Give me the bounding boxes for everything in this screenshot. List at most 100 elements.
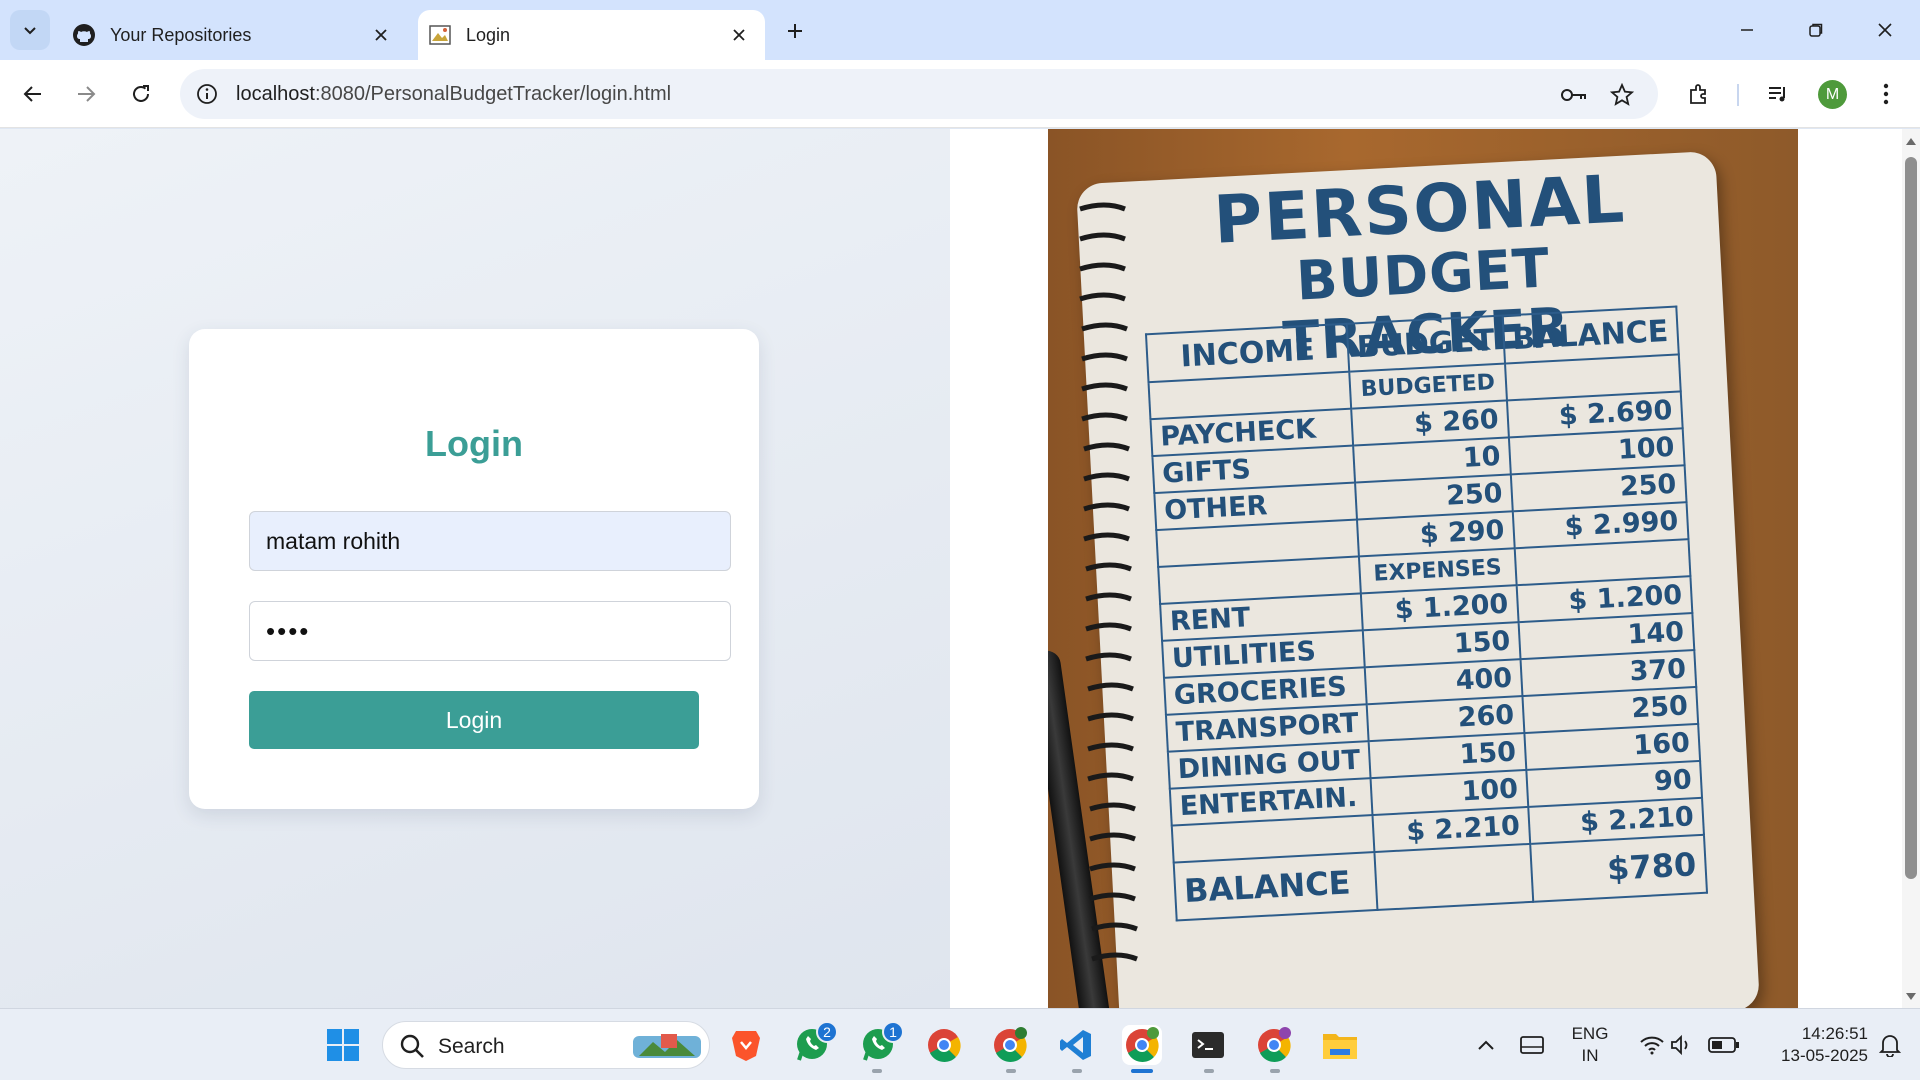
login-pane: Login matam rohith •••• Login — [0, 129, 950, 1008]
close-icon — [1878, 23, 1892, 37]
windows-taskbar: Search 2 1 ENG IN 14:26:51 13-05-2025 — [0, 1008, 1920, 1080]
chrome-icon — [1258, 1027, 1291, 1062]
search-icon — [400, 1034, 424, 1058]
budget-table: INCOME BUDGET BALANCE BUDGETED PAYCHECK … — [1145, 305, 1708, 921]
media-controls-button[interactable] — [1759, 75, 1797, 113]
close-tab-icon[interactable] — [727, 23, 751, 47]
bell-icon — [1879, 1035, 1901, 1057]
site-info-icon[interactable] — [194, 81, 220, 107]
chrome-icon — [928, 1029, 961, 1062]
clock-time: 14:26:51 — [1801, 1024, 1868, 1043]
region-code: IN — [1581, 1046, 1599, 1065]
close-window-button[interactable] — [1862, 10, 1908, 50]
whatsapp-beta-app[interactable]: 1 — [858, 1021, 904, 1065]
chrome-icon — [1126, 1027, 1159, 1062]
reload-button[interactable] — [122, 75, 160, 113]
toolbar-divider — [1737, 84, 1739, 106]
input-language-indicator[interactable]: ENG IN — [1565, 1023, 1615, 1067]
language-code: ENG — [1571, 1024, 1609, 1043]
restore-icon — [1809, 23, 1823, 37]
brave-app[interactable] — [726, 1025, 766, 1065]
password-key-icon[interactable] — [1560, 81, 1588, 109]
queue-music-icon — [1769, 87, 1785, 102]
tab-title: Login — [466, 24, 511, 45]
battery-icon[interactable] — [1704, 1025, 1744, 1065]
tablet-mode-icon[interactable] — [1512, 1025, 1552, 1065]
notifications-button[interactable] — [1872, 1025, 1908, 1065]
balance-value-cell: $780 — [1529, 834, 1707, 902]
empty-cell — [1374, 843, 1533, 910]
running-indicator — [1072, 1069, 1082, 1073]
plus-icon — [788, 24, 802, 38]
reload-icon — [133, 85, 149, 102]
minimize-icon — [1741, 29, 1753, 31]
chrome-app[interactable] — [924, 1025, 964, 1065]
page-viewport: Login matam rohith •••• Login PERSONAL B… — [0, 129, 1902, 1008]
chrome-profile-d-app[interactable] — [990, 1025, 1030, 1065]
address-bar[interactable]: localhost:8080/PersonalBudgetTracker/log… — [180, 69, 1658, 119]
scroll-down-icon[interactable] — [1905, 991, 1917, 1003]
password-input[interactable]: •••• — [249, 601, 731, 661]
url-text: localhost:8080/PersonalBudgetTracker/log… — [236, 83, 671, 106]
login-heading: Login — [425, 423, 523, 464]
new-tab-button[interactable] — [778, 14, 812, 48]
arrow-right-icon — [78, 86, 96, 102]
url-host: localhost — [236, 83, 315, 105]
vscode-app[interactable] — [1056, 1025, 1096, 1065]
scroll-up-icon[interactable] — [1905, 135, 1917, 147]
running-indicator — [1270, 1069, 1280, 1073]
puzzle-icon — [1690, 84, 1706, 104]
clock-date: 13-05-2025 — [1781, 1046, 1868, 1065]
tab-search-button[interactable] — [10, 10, 50, 50]
spiral-binding-graphic — [1079, 202, 1138, 962]
arrow-left-icon — [23, 86, 41, 102]
notification-badge: 2 — [816, 1021, 838, 1043]
restore-button[interactable] — [1793, 10, 1839, 50]
browser-toolbar: localhost:8080/PersonalBudgetTracker/log… — [0, 60, 1920, 128]
chevron-down-icon — [24, 27, 36, 35]
clock[interactable]: 14:26:51 13-05-2025 — [1756, 1023, 1868, 1067]
vscode-icon — [1060, 1030, 1091, 1060]
forward-button[interactable] — [67, 75, 105, 113]
row-label: BALANCE — [1173, 852, 1378, 921]
browser-menu-button[interactable] — [1867, 75, 1905, 113]
minimize-button[interactable] — [1724, 10, 1770, 50]
taskbar-search[interactable]: Search — [382, 1021, 710, 1069]
login-card: Login matam rohith •••• Login — [189, 329, 759, 809]
url-path: :8080/PersonalBudgetTracker/login.html — [314, 83, 672, 105]
active-indicator — [1131, 1069, 1153, 1073]
username-input[interactable]: matam rohith — [249, 511, 731, 571]
show-hidden-icons-button[interactable] — [1466, 1025, 1506, 1065]
running-indicator — [872, 1069, 882, 1073]
running-indicator — [1006, 1069, 1016, 1073]
header-cell: BUDGET — [1346, 315, 1505, 372]
chrome-profile-m-app[interactable] — [1122, 1025, 1162, 1065]
back-button[interactable] — [14, 75, 52, 113]
tab-your-repositories[interactable]: Your Repositories — [62, 10, 407, 60]
broken-image-icon — [428, 23, 452, 47]
windows-logo-icon — [327, 1029, 359, 1061]
folder-icon — [1323, 1034, 1357, 1059]
terminal-icon — [1192, 1032, 1224, 1058]
tab-title: Your Repositories — [110, 24, 252, 45]
tab-strip: Your Repositories Login — [0, 0, 1920, 60]
file-explorer-app[interactable] — [1320, 1025, 1360, 1065]
budget-notebook-image: PERSONAL BUDGET TRACKER INCOME BUDGET BA… — [1048, 129, 1798, 1008]
whatsapp-app[interactable]: 2 — [792, 1021, 838, 1065]
login-button[interactable]: Login — [249, 691, 699, 749]
scrollbar-thumb[interactable] — [1905, 157, 1917, 879]
extensions-button[interactable] — [1680, 75, 1718, 113]
close-tab-icon[interactable] — [369, 23, 393, 47]
chrome-profile-p-app[interactable] — [1254, 1025, 1294, 1065]
search-highlight-icon — [633, 1034, 701, 1058]
notification-badge: 1 — [882, 1021, 904, 1043]
bookmark-star-icon[interactable] — [1608, 81, 1636, 109]
more-vertical-icon — [1883, 83, 1889, 105]
profile-avatar[interactable]: M — [1818, 80, 1847, 109]
volume-icon[interactable] — [1662, 1025, 1702, 1065]
start-button[interactable] — [323, 1025, 363, 1065]
page-scrollbar[interactable] — [1902, 129, 1920, 1008]
terminal-app[interactable] — [1188, 1025, 1228, 1065]
github-icon — [72, 23, 96, 47]
tab-login[interactable]: Login — [418, 10, 765, 60]
